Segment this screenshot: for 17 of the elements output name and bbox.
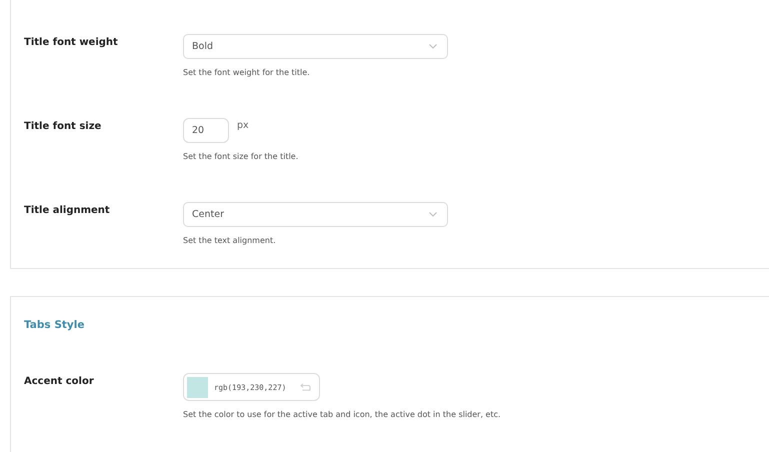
field-label: Title font weight xyxy=(24,36,119,50)
help-text: Set the color to use for the active tab and icon, the active dot in the slider, etc. xyxy=(183,410,501,419)
undo-icon[interactable] xyxy=(300,383,311,391)
section-heading: Tabs Style xyxy=(24,319,86,333)
number-field[interactable]: 20 xyxy=(183,118,229,143)
unit-label: px xyxy=(237,119,249,131)
chevron-down-icon xyxy=(429,212,437,217)
color-swatch[interactable] xyxy=(187,376,208,398)
field-label: Title font size xyxy=(24,120,102,134)
help-text: Set the text alignment. xyxy=(183,236,276,245)
help-text: Set the font size for the title. xyxy=(183,152,298,161)
chevron-down-icon xyxy=(429,44,437,49)
field-label: Accent color xyxy=(24,375,95,389)
field-label: Title alignment xyxy=(24,204,111,218)
dropdown[interactable]: Bold xyxy=(183,34,448,59)
dropdown[interactable]: Center xyxy=(183,202,448,227)
help-text: Set the font weight for the title. xyxy=(183,68,310,77)
